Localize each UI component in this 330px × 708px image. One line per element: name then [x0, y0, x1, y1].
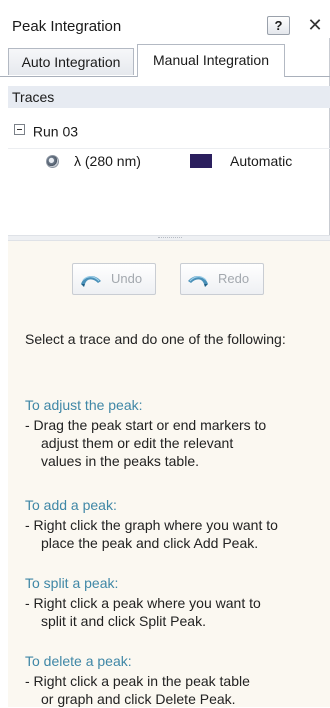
splitter-grip-icon [158, 237, 182, 239]
panel-title: Peak Integration [12, 18, 122, 35]
trace-integration-mode[interactable]: Automatic [230, 153, 292, 169]
run-label: Run 03 [32, 123, 79, 140]
trace-row[interactable]: λ (280 nm) Automatic [8, 148, 330, 173]
instruction-line: values in the peaks table. [41, 453, 199, 469]
section-body-delete: - Right click a peak in the peak table o… [25, 672, 250, 708]
section-title-add: To add a peak: [25, 497, 117, 513]
trace-color-swatch[interactable] [190, 154, 212, 168]
instruction-line: place the peak and click Add Peak. [41, 535, 259, 551]
panel-titlebar: Peak Integration ? ✕ [0, 0, 330, 38]
section-body-adjust: - Drag the peak start or end markers to … [25, 416, 266, 470]
trace-name: λ (280 nm) [74, 153, 141, 169]
redo-label: Redo [218, 271, 250, 286]
instruction-line: adjust them or edit the relevant [41, 435, 234, 451]
peak-integration-panel: Peak Integration ? ✕ Auto Integration Ma… [0, 0, 330, 707]
instruction-line: - Right click a peak where you want to [25, 595, 261, 611]
tab-auto-integration[interactable]: Auto Integration [8, 48, 134, 75]
instruction-line: - Right click the graph where you want t… [25, 517, 278, 533]
instruction-line: - Right click a peak in the peak table [25, 673, 250, 689]
undo-label: Undo [111, 271, 143, 286]
tab-manual-integration[interactable]: Manual Integration [137, 44, 285, 77]
collapse-minus-icon[interactable] [14, 124, 25, 136]
section-body-add: - Right click the graph where you want t… [25, 516, 278, 552]
traces-header: Traces [8, 86, 330, 108]
redo-arrow-icon [188, 275, 208, 287]
run-group-row[interactable]: Run 03 [14, 122, 78, 140]
section-body-split: - Right click a peak where you want to s… [25, 594, 261, 630]
section-title-delete: To delete a peak: [25, 653, 132, 669]
instruction-line: or graph and click Delete Peak. [41, 691, 236, 707]
trace-radio-button[interactable] [46, 155, 59, 168]
instruction-line: - Drag the peak start or end markers to [25, 417, 267, 433]
help-icon: ? [274, 18, 283, 33]
help-button[interactable]: ? [267, 16, 290, 35]
close-icon: ✕ [307, 15, 323, 35]
redo-button[interactable]: Redo [180, 263, 264, 295]
section-title-adjust: To adjust the peak: [25, 397, 143, 413]
close-button[interactable]: ✕ [306, 15, 324, 35]
section-title-split: To split a peak: [25, 575, 119, 591]
instructions-area [8, 241, 330, 707]
undo-button[interactable]: Undo [72, 263, 156, 295]
undo-arrow-icon [81, 275, 101, 287]
instructions-intro: Select a trace and do one of the followi… [25, 331, 286, 347]
instruction-line: split it and click Split Peak. [41, 613, 206, 629]
integration-tabs: Auto Integration Manual Integration [0, 44, 330, 77]
